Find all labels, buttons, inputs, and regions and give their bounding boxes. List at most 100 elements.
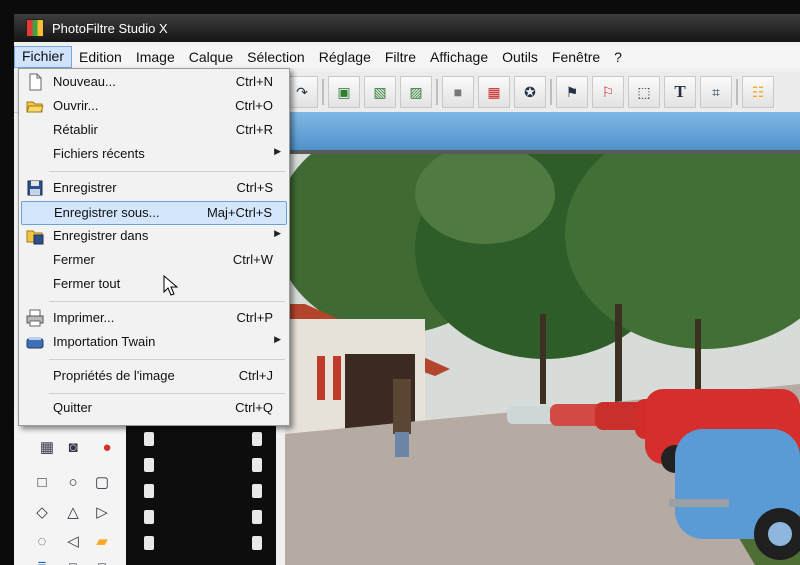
menu-help[interactable]: ? — [607, 47, 629, 67]
title-bar: PhotoFiltre Studio X — [14, 14, 800, 42]
lasso-tool-icon[interactable]: ◌ — [31, 530, 53, 552]
canvas-photo[interactable] — [285, 154, 800, 565]
menu-item-label: Fermer — [53, 252, 95, 267]
mouse-cursor-icon — [163, 275, 179, 296]
menu-fichier[interactable]: Fichier — [14, 46, 73, 68]
pattern-tool-icon[interactable]: ▦ — [36, 436, 58, 458]
submenu-arrow-icon: ▶ — [274, 228, 281, 238]
layer-image-icon[interactable]: ▣ — [328, 76, 360, 108]
menu-item-fichiers-recents[interactable]: Fichiers récents ▶ — [21, 143, 287, 165]
file-menu-dropdown: Nouveau... Ctrl+N Ouvrir... Ctrl+O Rétab… — [18, 68, 290, 426]
toolbar-separator — [736, 79, 738, 105]
scanner-icon — [26, 337, 44, 349]
menu-item-fermer[interactable]: Fermer Ctrl+W — [21, 249, 287, 271]
menu-item-label: Enregistrer sous... — [54, 205, 160, 220]
document-title-bar — [278, 112, 800, 154]
film-hole — [144, 510, 154, 524]
drop-tool-icon[interactable]: ● — [96, 436, 118, 458]
menu-edition[interactable]: Edition — [72, 47, 129, 67]
ratio-43-icon[interactable]: ▭ — [62, 554, 84, 565]
menu-separator — [49, 393, 285, 394]
menu-item-label: Importation Twain — [53, 334, 156, 349]
menu-item-shortcut: Ctrl+S — [236, 180, 273, 195]
toolbar-separator — [436, 79, 438, 105]
color-palette-icon[interactable]: ▦ — [478, 76, 510, 108]
polygon-lasso-icon[interactable]: ◁ — [62, 530, 84, 552]
menu-reglage[interactable]: Réglage — [312, 47, 378, 67]
play-shape-icon[interactable]: ▷ — [91, 501, 113, 523]
photo-shutter — [333, 356, 341, 400]
photo-person — [393, 379, 411, 434]
run-script-icon[interactable]: ⚑ — [556, 76, 588, 108]
automation-icon[interactable]: ✪ — [514, 76, 546, 108]
menu-item-shortcut: Ctrl+Q — [235, 400, 273, 415]
rectangle-shape-icon[interactable]: □ — [31, 471, 53, 493]
menu-item-label: Quitter — [53, 400, 93, 415]
menu-item-label: Enregistrer — [53, 180, 117, 195]
menu-item-enregistrer[interactable]: Enregistrer Ctrl+S — [21, 177, 287, 199]
menu-calque[interactable]: Calque — [182, 47, 240, 67]
stamp-tool-icon[interactable]: ◙ — [62, 436, 84, 458]
align-icon[interactable]: ≡ — [31, 554, 53, 565]
film-hole — [252, 432, 262, 446]
text-tool-icon[interactable]: T — [664, 76, 696, 108]
photo-tree-trunk — [540, 314, 546, 404]
film-hole — [144, 484, 154, 498]
menu-item-enregistrer-sous[interactable]: Enregistrer sous... Maj+Ctrl+S — [21, 201, 287, 225]
image-copy-icon[interactable]: ▧ — [364, 76, 396, 108]
menu-item-label: Nouveau... — [53, 74, 116, 89]
gray-square-icon[interactable]: ■ — [442, 76, 474, 108]
save-to-icon — [26, 230, 44, 245]
film-hole — [252, 458, 262, 472]
menu-item-quitter[interactable]: Quitter Ctrl+Q — [21, 397, 287, 419]
printer-icon — [26, 309, 44, 327]
open-shape-icon[interactable]: ▰ — [91, 530, 113, 552]
menu-filtre[interactable]: Filtre — [378, 47, 423, 67]
diamond-shape-icon[interactable]: ◇ — [31, 501, 53, 523]
ratio-32-icon[interactable]: ▭ — [91, 554, 113, 565]
new-file-icon — [29, 73, 42, 91]
rounded-rect-shape-icon[interactable]: ▢ — [91, 471, 113, 493]
submenu-arrow-icon: ▶ — [274, 334, 281, 344]
menu-item-shortcut: Ctrl+P — [236, 310, 273, 325]
menu-item-label: Enregistrer dans — [53, 228, 149, 243]
toolbar-separator — [550, 79, 552, 105]
redo-icon[interactable]: ↷ — [286, 76, 318, 108]
vector-path-icon[interactable]: ⌗ — [700, 76, 732, 108]
menu-item-shortcut: Ctrl+N — [235, 74, 273, 89]
menu-item-label: Rétablir — [53, 122, 98, 137]
menu-image[interactable]: Image — [129, 47, 182, 67]
menu-outils[interactable]: Outils — [495, 47, 545, 67]
film-hole — [144, 536, 154, 550]
menu-item-label: Propriétés de l'image — [53, 368, 175, 383]
submenu-arrow-icon: ▶ — [274, 146, 281, 156]
triangle-shape-icon[interactable]: △ — [62, 501, 84, 523]
menu-item-nouveau[interactable]: Nouveau... Ctrl+N — [21, 71, 287, 93]
selection-icon[interactable]: ⬚ — [628, 76, 660, 108]
stop-script-icon[interactable]: ⚐ — [592, 76, 624, 108]
menu-item-enregistrer-dans[interactable]: Enregistrer dans ▶ — [21, 225, 287, 247]
photo-car — [507, 406, 557, 424]
menu-item-proprietes-image[interactable]: Propriétés de l'image Ctrl+J — [21, 365, 287, 387]
app-logo-icon — [26, 19, 44, 37]
photo-tree-trunk — [615, 304, 622, 404]
menu-item-label: Fichiers récents — [53, 146, 145, 161]
menu-item-shortcut: Ctrl+W — [232, 252, 273, 267]
ellipse-shape-icon[interactable]: ○ — [62, 471, 84, 493]
photo-person-legs — [395, 432, 409, 457]
menu-fenetre[interactable]: Fenêtre — [545, 47, 607, 67]
menu-affichage[interactable]: Affichage — [423, 47, 495, 67]
menu-item-ouvrir[interactable]: Ouvrir... Ctrl+O — [21, 95, 287, 117]
menu-separator — [49, 301, 285, 302]
menu-selection[interactable]: Sélection — [240, 47, 312, 67]
menu-item-importation-twain[interactable]: Importation Twain ▶ — [21, 331, 287, 353]
image-paste-icon[interactable]: ▨ — [400, 76, 432, 108]
menu-item-fermer-tout[interactable]: Fermer tout — [21, 273, 287, 295]
menu-item-shortcut: Maj+Ctrl+S — [206, 205, 272, 220]
film-hole — [252, 484, 262, 498]
layers-panel-icon[interactable]: ☷ — [742, 76, 774, 108]
menu-item-retablir[interactable]: Rétablir Ctrl+R — [21, 119, 287, 141]
menu-item-imprimer[interactable]: Imprimer... Ctrl+P — [21, 307, 287, 329]
photo-shutter — [317, 356, 325, 400]
menu-bar: Fichier Edition Image Calque Sélection R… — [14, 46, 800, 68]
